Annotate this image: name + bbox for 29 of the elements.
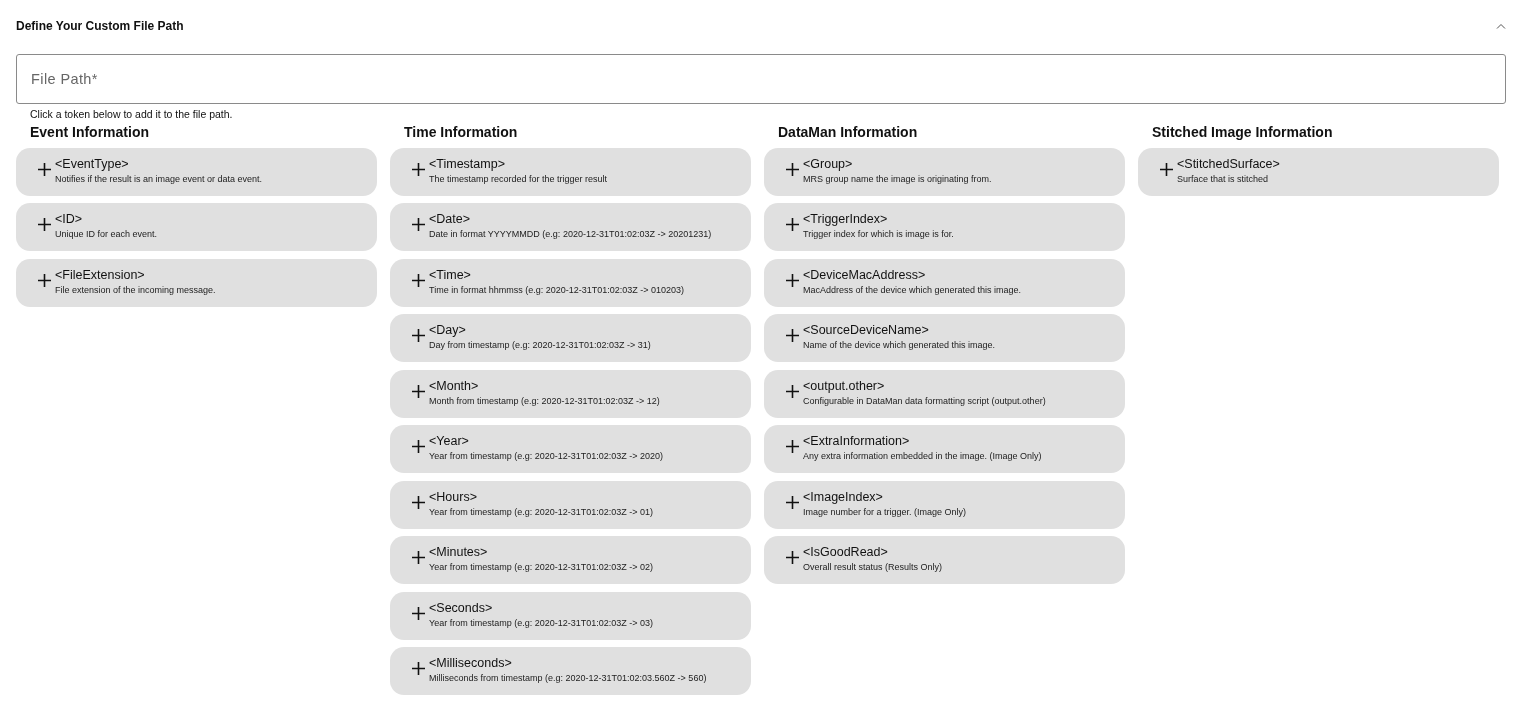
group-heading: DataMan Information bbox=[778, 124, 919, 140]
group-heading: Event Information bbox=[30, 124, 150, 140]
token-button[interactable]: <ID> Unique ID for each event. bbox=[16, 203, 377, 251]
token-button[interactable]: <Milliseconds> Milliseconds from timestamp (e.g: 2020-12-31T01:02:03.560Z -> 560) bbox=[390, 647, 751, 695]
token-button[interactable]: <EventType> Notifies if the result is an image event or data event. bbox=[16, 147, 377, 196]
token-button[interactable]: <Hours> Year from timestamp (e.g: 2020-12-31T01:02:03Z -> 01) bbox=[390, 480, 751, 529]
group-heading: Time Information bbox=[404, 124, 519, 140]
file-path-field[interactable]: File Path* bbox=[16, 54, 1506, 104]
token-button[interactable]: <StitchedSurface> Surface that is stitched bbox=[1138, 147, 1499, 196]
token-button[interactable]: <Month> Month from timestamp (e.g: 2020-12-31T01:02:03Z -> 12) bbox=[390, 369, 751, 418]
token-button[interactable]: <FileExtension> File extension of the incoming message. bbox=[16, 258, 377, 307]
token-button[interactable]: <Day> Day from timestamp (e.g: 2020-12-31T01:02:03Z -> 31) bbox=[390, 314, 751, 362]
token-button[interactable]: <Group> MRS group name the image is originating from. bbox=[764, 147, 1125, 196]
token-button[interactable]: <Year> Year from timestamp (e.g: 2020-12-31T01:02:03Z -> 2020) bbox=[390, 425, 751, 473]
section-title: Define Your Custom File Path bbox=[16, 19, 184, 33]
token-button[interactable]: <Seconds> Year from timestamp (e.g: 2020-12-31T01:02:03Z -> 03) bbox=[390, 591, 751, 640]
token-button[interactable]: <Time> Time in format hhmmss (e.g: 2020-12-31T01:02:03Z -> 010203) bbox=[390, 258, 751, 307]
token-button[interactable]: <IsGoodRead> Overall result status (Results Only) bbox=[764, 536, 1125, 584]
token-button[interactable]: <Date> Date in format YYYYMMDD (e.g: 2020-12-31T01:02:03Z -> 20201231) bbox=[390, 203, 751, 251]
token-button[interactable]: <ImageIndex> Image number for a trigger. (Image Only) bbox=[764, 480, 1125, 529]
token-button[interactable]: <SourceDeviceName> Name of the device which generated this image. bbox=[764, 314, 1125, 362]
token-button[interactable]: <Timestamp> The timestamp recorded for the trigger result bbox=[390, 147, 751, 196]
hint-text: Click a token below to add it to the file path. bbox=[30, 108, 234, 122]
token-button[interactable]: <TriggerIndex> Trigger index for which is image is for. bbox=[764, 203, 1125, 251]
group-heading: Stitched Image Information bbox=[1152, 124, 1334, 140]
token-button[interactable]: <output.other> Configurable in DataMan data formatting script (output.other) bbox=[764, 369, 1125, 418]
token-button[interactable]: <ExtraInformation> Any extra information embedded in the image. (Image Only) bbox=[764, 425, 1125, 473]
token-button[interactable]: <Minutes> Year from timestamp (e.g: 2020-12-31T01:02:03Z -> 02) bbox=[390, 536, 751, 584]
token-button[interactable]: <DeviceMacAddress> MacAddress of the device which generated this image. bbox=[764, 258, 1125, 307]
